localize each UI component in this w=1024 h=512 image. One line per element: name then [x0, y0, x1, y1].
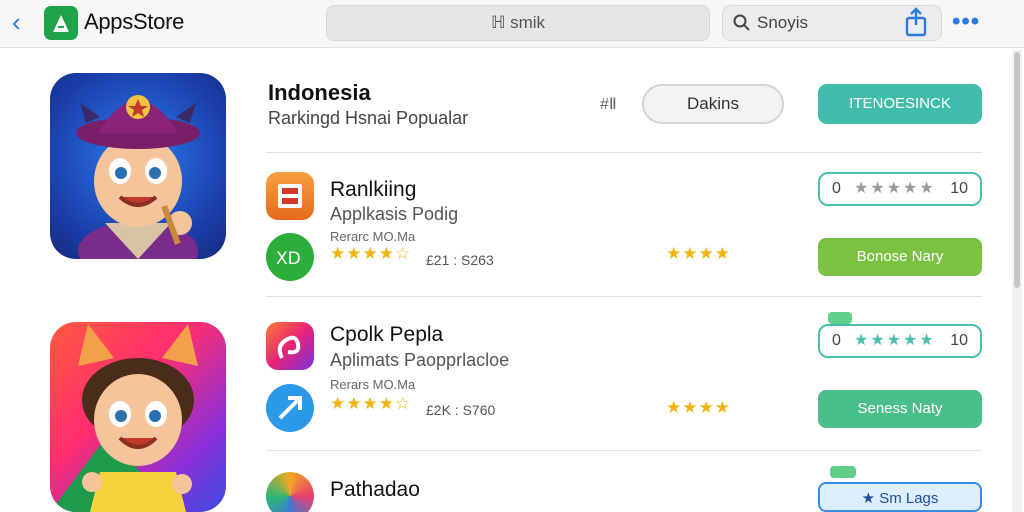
app-icon-colorful-swirl[interactable] [266, 472, 314, 512]
app-name[interactable]: Cpolk Pepla [330, 323, 443, 347]
rating-stars-gray: ★★★★★ [854, 180, 936, 197]
more-options-icon[interactable]: ••• [952, 10, 980, 34]
page-subtitle: Rarkingd Hsnai Popualar [268, 108, 469, 128]
get-button[interactable]: Seness Naty [818, 390, 982, 428]
app-rating-stars: ★★★★☆ [330, 394, 412, 413]
search-input-text: Snoyis [757, 13, 809, 32]
app-name[interactable]: Ranlkiing [330, 178, 416, 202]
app-price: £21 : S263 [426, 252, 494, 268]
rating-slider[interactable]: 0 ★★★★★ 10 [818, 324, 982, 358]
featured-app-icon-wizard[interactable] [50, 73, 226, 259]
divider [266, 296, 982, 297]
app-rating-stars: ★★★★☆ [330, 244, 412, 263]
get-button-label: Sm Lags [879, 490, 939, 507]
rating-min: 0 [832, 332, 841, 349]
app-icon-orange-box[interactable] [266, 172, 314, 220]
app-rating-stars-secondary: ★★★★ [666, 398, 731, 417]
share-icon[interactable] [900, 6, 932, 38]
rating-stars-teal: ★★★★★ [854, 332, 936, 349]
app-meta: Rerars MO.Ma [330, 377, 416, 392]
search-icon [733, 14, 750, 31]
app-rating-stars-secondary: ★★★★ [666, 244, 731, 263]
app-subtitle: Applkasis Podig [330, 204, 459, 224]
featured-app-icon-kid[interactable] [50, 322, 226, 512]
svg-text:XD: XD [276, 249, 301, 269]
page-title: Indonesia [268, 80, 371, 105]
scrollbar-thumb[interactable] [1014, 52, 1020, 288]
divider [266, 450, 982, 451]
app-meta: Rerarc MO.Ma [330, 229, 416, 244]
app-icon-green-xd[interactable]: XD [266, 233, 314, 281]
new-badge [830, 466, 856, 478]
center-search-field[interactable]: ℍ smik [326, 5, 710, 41]
get-button[interactable]: Bonose Nary [818, 238, 982, 276]
back-chevron-icon[interactable]: ‹ [12, 8, 36, 36]
rank-hash-label: #Ⅱ [600, 96, 617, 113]
new-badge [828, 312, 852, 324]
top-bar: ‹ AppsStore ℍ smik Snoyis ••• [0, 0, 1024, 48]
rating-max: 10 [950, 332, 968, 349]
get-button[interactable]: ★ Sm Lags [818, 482, 982, 512]
brand-title: AppsStore [84, 9, 185, 34]
app-price: £2K : S760 [426, 402, 496, 418]
rating-max: 10 [950, 180, 968, 197]
primary-action-button[interactable]: ITENOESINCK [818, 84, 982, 124]
star-icon: ★ [861, 490, 880, 507]
app-name[interactable]: Pathadao [330, 478, 420, 502]
rating-min: 0 [832, 180, 841, 197]
divider [266, 152, 982, 153]
app-subtitle: Aplimats Paopprlacloe [330, 350, 510, 370]
rating-slider[interactable]: 0 ★★★★★ 10 [818, 172, 982, 206]
app-store-logo-icon [44, 6, 78, 40]
filter-pill-button[interactable]: Dakins [642, 84, 784, 124]
app-icon-blue-arrow[interactable] [266, 384, 314, 432]
app-icon-gradient-loop[interactable] [266, 322, 314, 370]
